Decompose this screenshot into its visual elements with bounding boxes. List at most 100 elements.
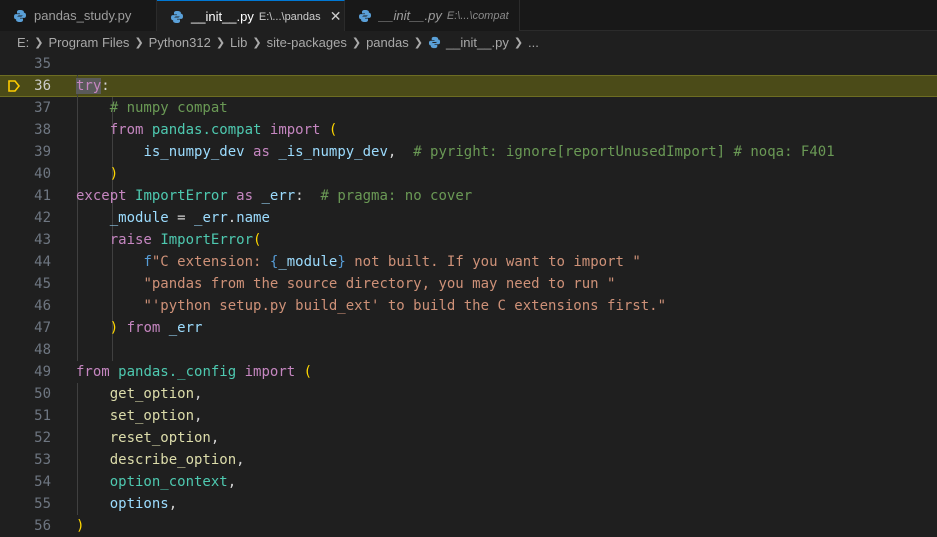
chevron-right-icon: ❯ xyxy=(215,36,226,49)
code-token: ( xyxy=(253,232,262,248)
code-token: , xyxy=(227,474,237,490)
line-number[interactable]: 56 xyxy=(0,515,51,537)
code-line[interactable] xyxy=(76,53,937,75)
code-line[interactable]: raise ImportError( xyxy=(76,229,937,251)
code-line[interactable]: option_context, xyxy=(76,471,937,493)
breadcrumb-item[interactable]: pandas xyxy=(366,35,409,50)
code-editor[interactable]: 35 36 37 38 39 40 41 42 43 44 45 46 47 48 49 50 51 52 53 54… xyxy=(0,53,937,535)
line-number[interactable]: 39 xyxy=(0,141,51,163)
line-number[interactable]: 55 xyxy=(0,493,51,515)
tab-pandas-study[interactable]: pandas_study.py xyxy=(0,0,157,31)
line-number[interactable]: 43 xyxy=(0,229,51,251)
line-number[interactable]: 37 xyxy=(0,97,51,119)
breadcrumb-item[interactable]: Python312 xyxy=(149,35,211,50)
line-number[interactable]: 51 xyxy=(0,405,51,427)
code-token: from xyxy=(76,364,110,380)
breadcrumb-item[interactable]: __init__.py xyxy=(446,35,509,50)
code-token: , xyxy=(210,430,220,446)
code-line[interactable]: is_numpy_dev as _is_numpy_dev, # pyright… xyxy=(76,141,937,163)
code-token: from xyxy=(109,122,144,138)
chevron-right-icon: ❯ xyxy=(252,36,262,49)
code-line[interactable]: set_option, xyxy=(76,405,937,427)
line-number[interactable]: 50 xyxy=(0,383,51,405)
close-icon[interactable]: ✕ xyxy=(329,8,343,25)
line-number[interactable]: 47 xyxy=(0,317,51,339)
code-token: name xyxy=(236,210,270,226)
line-number[interactable]: 35 xyxy=(0,53,51,75)
code-token: ImportError xyxy=(135,188,228,204)
code-token: as xyxy=(253,144,270,160)
tab-init-pandas[interactable]: __init__.py E:\...\pandas ✕ xyxy=(157,0,345,32)
python-file-icon xyxy=(359,9,371,22)
tab-init-compat[interactable]: __init__.py E:\...\compat xyxy=(345,0,520,31)
code-line[interactable] xyxy=(76,339,937,361)
code-line[interactable]: ) from _err xyxy=(76,317,937,339)
breadcrumb-item[interactable]: ... xyxy=(528,35,539,50)
code-token: ( xyxy=(303,364,313,380)
python-file-icon xyxy=(14,9,26,22)
code-line[interactable]: except ImportError as _err: # pragma: no… xyxy=(76,185,937,207)
line-number[interactable]: 45 xyxy=(0,273,51,295)
line-number[interactable]: 48 xyxy=(0,339,51,361)
code-token: except xyxy=(76,188,127,204)
breadcrumb-item[interactable]: site-packages xyxy=(267,35,347,50)
code-area[interactable]: try: # numpy compat from pandas.compat i… xyxy=(76,53,937,535)
line-number[interactable]: 38 xyxy=(0,119,51,141)
code-line[interactable]: _module = _err.name xyxy=(76,207,937,229)
line-number[interactable]: 52 xyxy=(0,427,51,449)
code-token: , xyxy=(168,496,178,512)
code-line[interactable]: "pandas from the source directory, you m… xyxy=(76,273,937,295)
code-line[interactable]: ) xyxy=(76,515,937,535)
code-line[interactable]: try: xyxy=(76,75,937,97)
code-token: pandas.compat xyxy=(151,122,262,138)
breadcrumb-item[interactable]: Program Files xyxy=(49,35,130,50)
line-number[interactable]: 40 xyxy=(0,163,51,185)
code-token: # numpy compat xyxy=(109,100,228,116)
line-number[interactable]: 54 xyxy=(0,471,51,493)
line-number[interactable]: 44 xyxy=(0,251,51,273)
code-line[interactable]: f"C extension: {_module} not built. If y… xyxy=(76,251,937,273)
code-token: ) xyxy=(76,518,85,534)
code-line[interactable]: options, xyxy=(76,493,937,515)
tab-label: __init__.py xyxy=(379,8,442,23)
code-token: , xyxy=(236,452,245,468)
code-line[interactable]: from pandas.compat import ( xyxy=(76,119,937,141)
debug-stackframe-icon[interactable] xyxy=(7,79,21,93)
code-line[interactable]: # numpy compat xyxy=(76,97,937,119)
line-number[interactable]: 53 xyxy=(0,449,51,471)
line-number[interactable]: 41 xyxy=(0,185,51,207)
code-token: _module xyxy=(109,210,169,226)
code-line[interactable]: reset_option, xyxy=(76,427,937,449)
code-line[interactable]: ) xyxy=(76,163,937,185)
code-line[interactable]: "'python setup.py build_ext' to build th… xyxy=(76,295,937,317)
breadcrumb-item[interactable]: E: xyxy=(17,35,29,50)
code-token: try xyxy=(76,78,102,94)
code-line[interactable]: describe_option, xyxy=(76,449,937,471)
code-token: : xyxy=(295,188,321,204)
line-number[interactable]: 42 xyxy=(0,207,51,229)
tab-label: __init__.py xyxy=(191,9,254,24)
tab-label: pandas_study.py xyxy=(34,8,132,23)
line-number[interactable]: 46 xyxy=(0,295,51,317)
code-line[interactable]: get_option, xyxy=(76,383,937,405)
chevron-right-icon: ❯ xyxy=(34,36,44,49)
code-token: from xyxy=(126,320,161,336)
code-token: _err xyxy=(261,188,296,204)
chevron-right-icon: ❯ xyxy=(134,36,144,49)
line-number-gutter[interactable]: 35 36 37 38 39 40 41 42 43 44 45 46 47 48 49 50 51 52 53 54… xyxy=(0,53,70,535)
code-token: as xyxy=(236,188,254,204)
breadcrumb-item[interactable]: Lib xyxy=(230,35,247,50)
code-line[interactable]: from pandas._config import ( xyxy=(76,361,937,383)
line-number[interactable]: 49 xyxy=(0,361,51,383)
